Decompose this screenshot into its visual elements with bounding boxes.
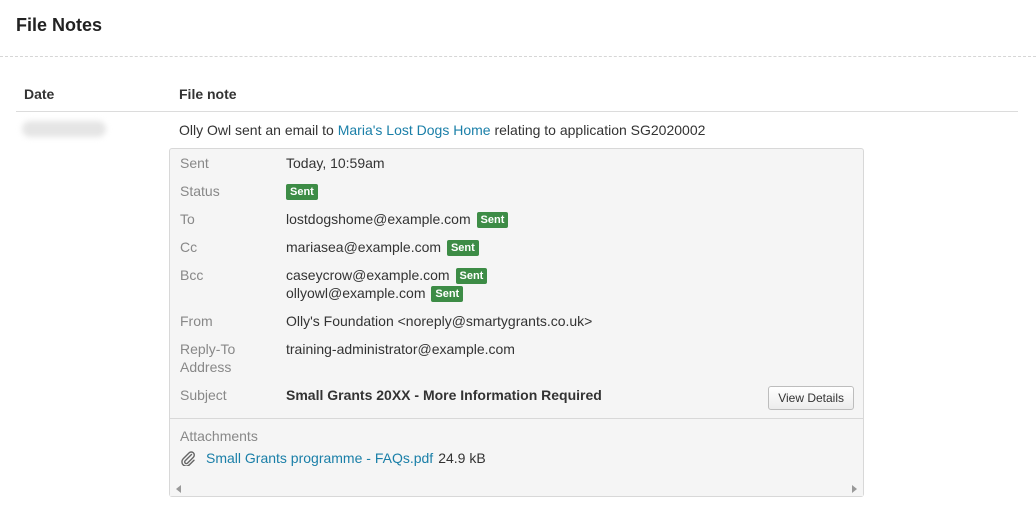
reply-to-label: Reply-To Address xyxy=(180,340,235,376)
view-details-button[interactable]: View Details xyxy=(768,386,854,410)
reply-to-label-line1: Reply-To xyxy=(180,341,236,357)
bcc-value-2: ollyowl@example.com Sent xyxy=(286,284,464,302)
table-header: Date File note xyxy=(16,76,1018,112)
subject-value: Small Grants 20XX - More Information Req… xyxy=(286,387,602,403)
bcc-value-1: caseycrow@example.com Sent xyxy=(286,266,488,284)
to-email: lostdogshome@example.com xyxy=(286,211,471,227)
status-badge: Sent xyxy=(476,212,509,228)
email-details-card: Sent Today, 10:59am Status Sent To lostd… xyxy=(169,148,864,497)
column-header-file-note: File note xyxy=(179,85,237,102)
attachment-size: 24.9 kB xyxy=(438,450,486,466)
scroll-right-icon[interactable] xyxy=(852,485,857,493)
bcc-email: caseycrow@example.com xyxy=(286,267,450,283)
scroll-left-icon[interactable] xyxy=(176,485,181,493)
file-notes-table: Date File note Olly Owl sent an email to… xyxy=(16,76,1018,532)
attachments-label: Attachments xyxy=(180,428,258,444)
status-value: Sent xyxy=(286,182,318,200)
status-badge: Sent xyxy=(431,286,464,302)
recipient-link[interactable]: Maria's Lost Dogs Home xyxy=(338,122,491,138)
reply-to-value: training-administrator@example.com xyxy=(286,341,515,357)
file-note-text: Olly Owl sent an email to Maria's Lost D… xyxy=(179,121,705,139)
to-label: To xyxy=(180,211,195,227)
sent-value: Today, 10:59am xyxy=(286,155,385,171)
note-suffix: relating to application SG2020002 xyxy=(490,122,706,138)
status-badge: Sent xyxy=(286,184,318,200)
blurred-date xyxy=(22,121,106,137)
status-badge: Sent xyxy=(455,268,488,284)
status-badge: Sent xyxy=(446,240,479,256)
page-header: File Notes xyxy=(0,0,1036,57)
cc-email: mariasea@example.com xyxy=(286,239,442,255)
from-value: Olly's Foundation <noreply@smartygrants.… xyxy=(286,313,593,329)
horizontal-scrollbar[interactable] xyxy=(170,482,863,496)
attachment-item: Small Grants programme - FAQs.pdf 24.9 k… xyxy=(180,450,486,467)
status-label: Status xyxy=(180,183,220,199)
note-prefix: Olly Owl sent an email to xyxy=(179,122,338,138)
bcc-label: Bcc xyxy=(180,267,204,283)
bcc-email: ollyowl@example.com xyxy=(286,285,426,301)
to-value: lostdogshome@example.com Sent xyxy=(286,210,509,228)
subject-label: Subject xyxy=(180,387,227,403)
reply-to-label-line2: Address xyxy=(180,359,232,375)
page-title: File Notes xyxy=(16,15,103,35)
column-header-date: Date xyxy=(24,85,55,102)
attachment-link[interactable]: Small Grants programme - FAQs.pdf xyxy=(206,450,433,466)
cc-value: mariasea@example.com Sent xyxy=(286,238,479,256)
divider xyxy=(170,418,863,419)
table-row: Olly Owl sent an email to Maria's Lost D… xyxy=(16,112,1018,532)
paperclip-icon xyxy=(180,450,196,467)
from-label: From xyxy=(180,313,213,329)
cc-label: Cc xyxy=(180,239,198,255)
sent-label: Sent xyxy=(180,155,209,171)
